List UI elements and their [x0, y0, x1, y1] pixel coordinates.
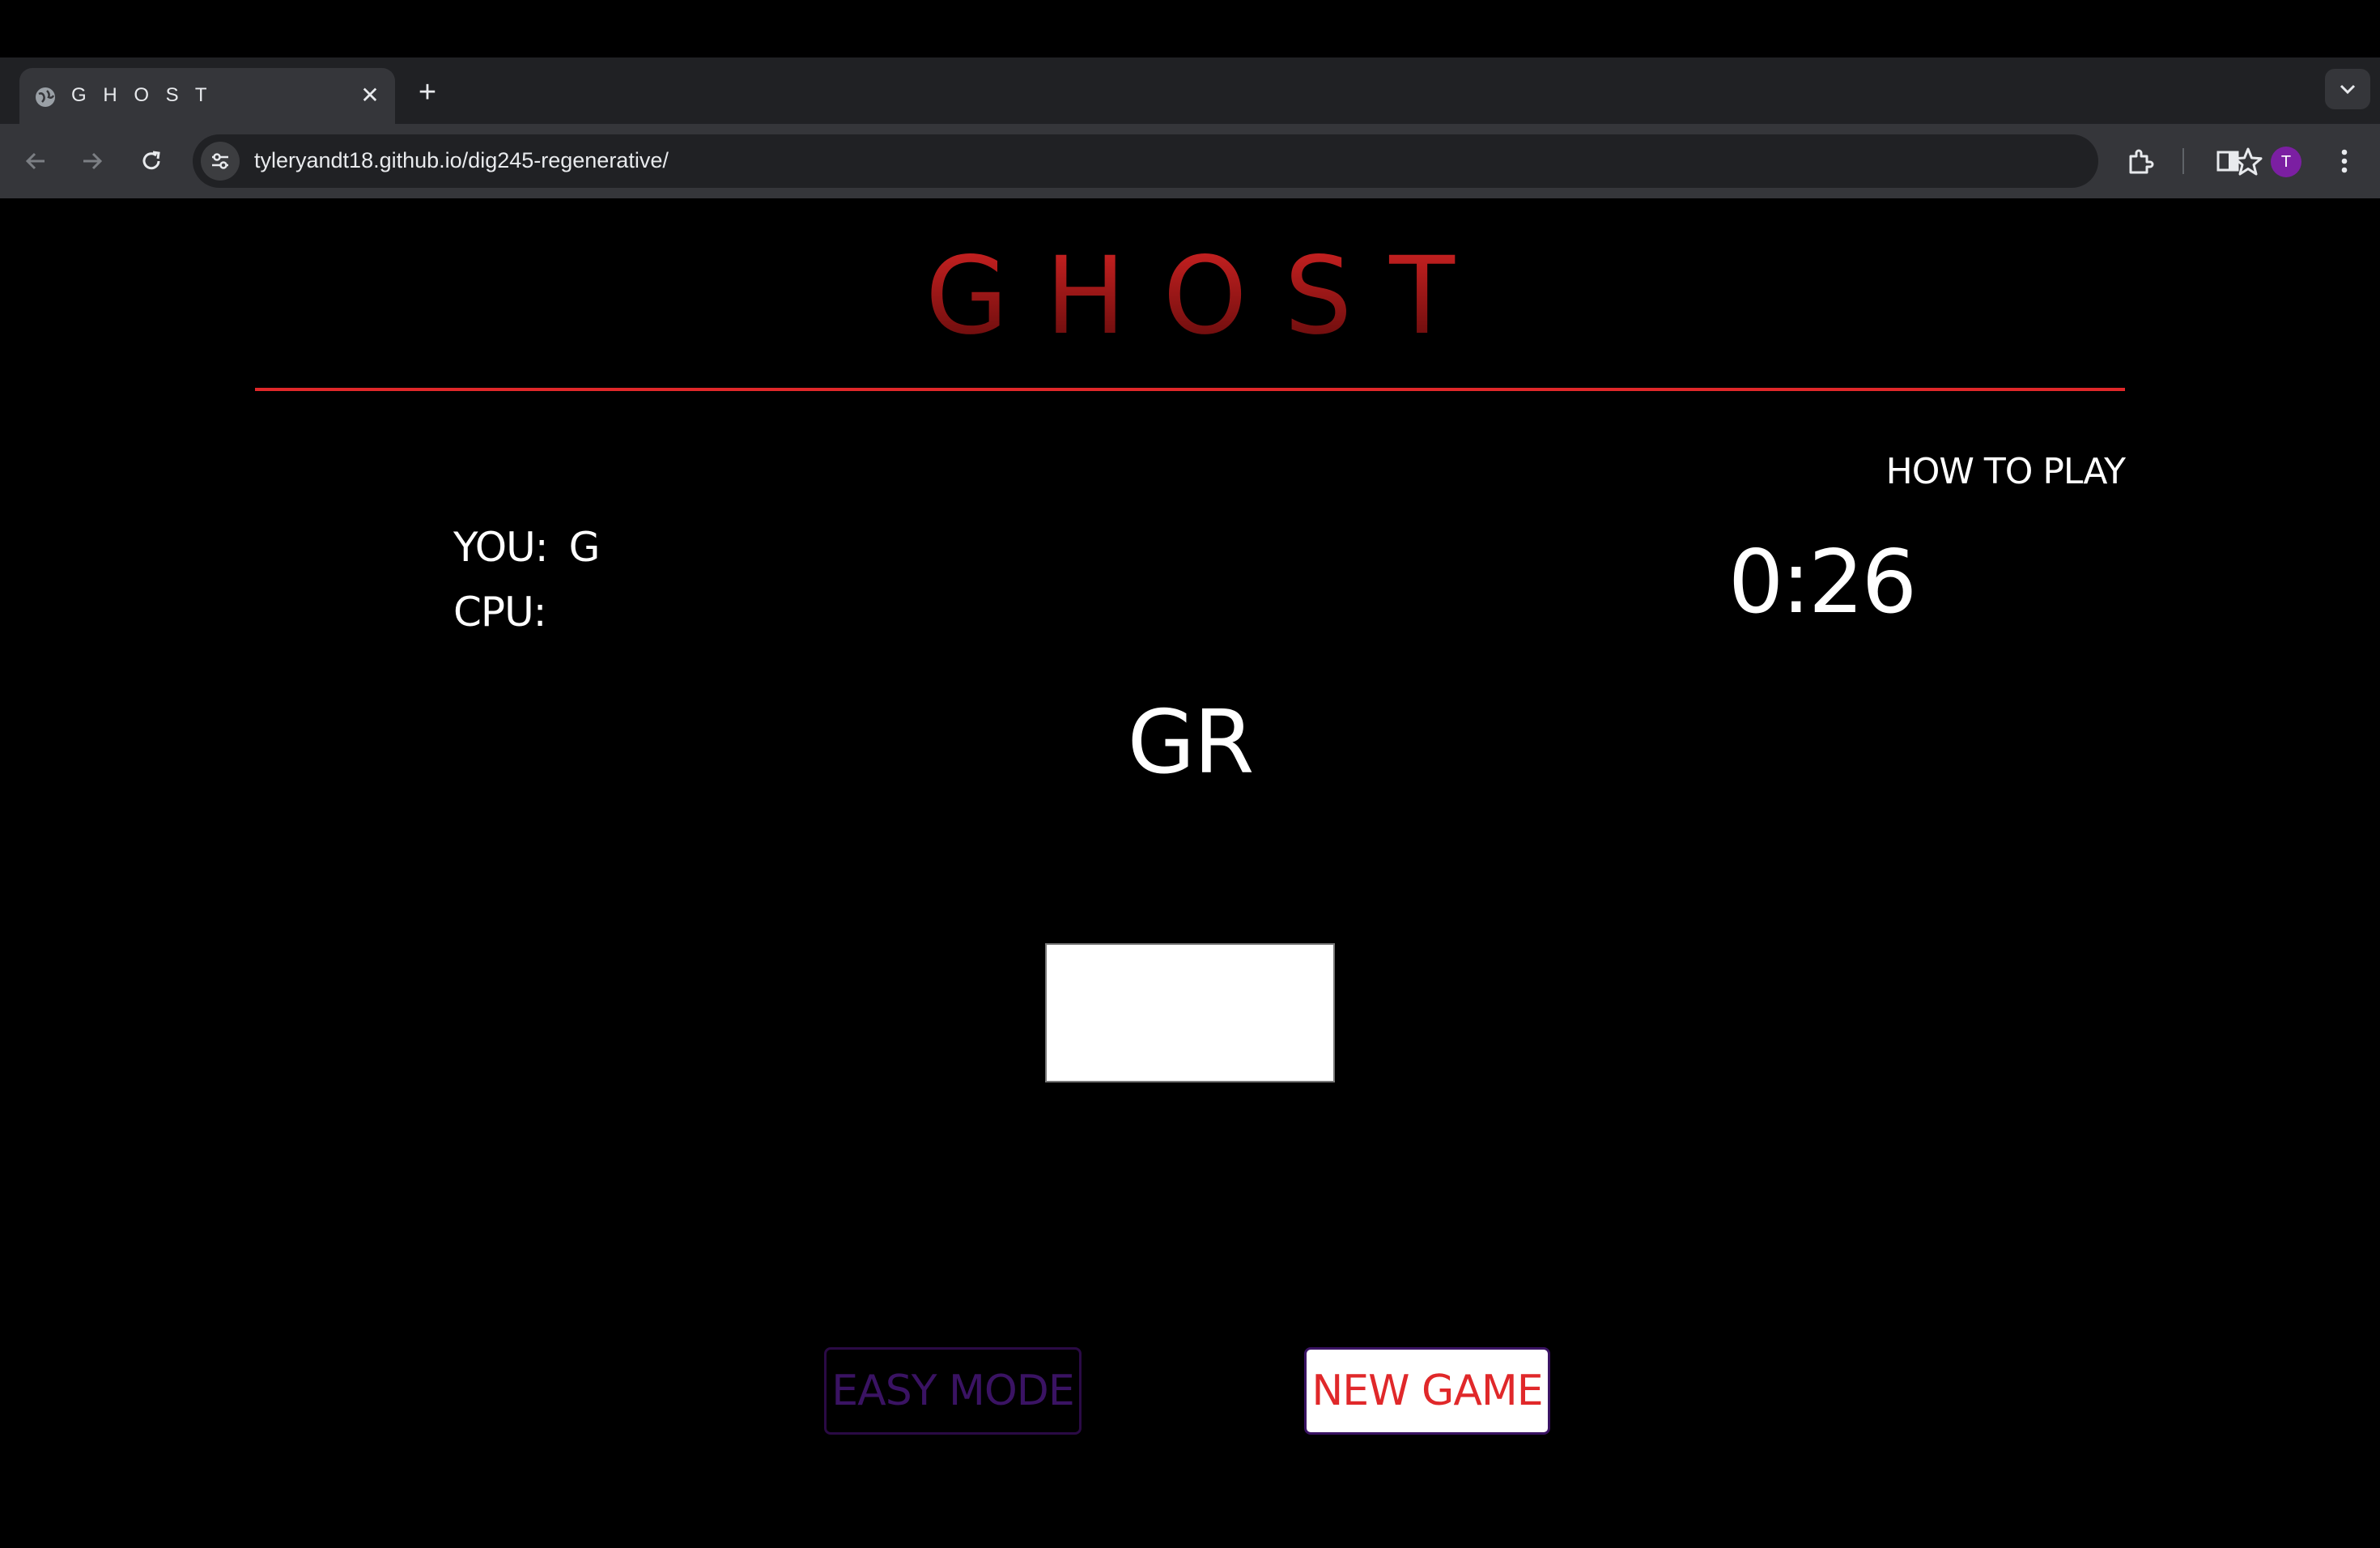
browser-toolbar: tyleryandt18.github.io/dig245-regenerati… [0, 124, 2380, 198]
url-host: tyleryandt18.github.io [254, 148, 462, 172]
more-vert-icon [2341, 149, 2348, 173]
extensions-button[interactable] [2121, 142, 2160, 181]
menu-button[interactable] [2325, 142, 2364, 181]
tab-search-button[interactable] [2325, 69, 2370, 109]
back-button[interactable] [16, 142, 55, 181]
side-panel-button[interactable] [2208, 142, 2247, 181]
title-divider [255, 388, 2125, 391]
tab-strip: G H O S T ✕ + [0, 57, 2380, 124]
globe-icon [34, 86, 57, 108]
close-tab-icon[interactable]: ✕ [356, 82, 384, 109]
player-label: YOU: [453, 524, 549, 571]
new-tab-button[interactable]: + [411, 77, 444, 109]
player-letters: G [568, 524, 601, 571]
how-to-play-link[interactable]: HOW TO PLAY [1862, 451, 2126, 492]
window-top-bar [0, 0, 2380, 57]
new-game-button[interactable]: NEW GAME [1304, 1347, 1550, 1435]
easy-mode-button[interactable]: EASY MODE [824, 1347, 1082, 1435]
arrow-right-icon [83, 152, 103, 170]
page-content: GHOST HOW TO PLAY YOU: G CPU: 0:26 GR EAS… [0, 198, 2380, 1548]
site-info-button[interactable] [201, 142, 240, 181]
letter-input[interactable] [1045, 943, 1335, 1082]
url-text: tyleryandt18.github.io/dig245-regenerati… [254, 148, 669, 173]
player-score: YOU: G [453, 524, 601, 571]
tab-title: G H O S T [71, 84, 213, 106]
side-panel-icon [2216, 151, 2239, 172]
puzzle-icon [2129, 149, 2154, 174]
reload-button[interactable] [132, 142, 171, 181]
address-bar[interactable]: tyleryandt18.github.io/dig245-regenerati… [193, 134, 2263, 188]
browser-tab[interactable]: G H O S T ✕ [19, 68, 395, 124]
forward-button[interactable] [73, 142, 112, 181]
url-path: /dig245-regenerative/ [461, 148, 669, 172]
countdown-timer: 0:26 [1728, 532, 1918, 633]
current-word: GR [1127, 692, 1255, 793]
cpu-score: CPU: [453, 589, 567, 636]
reload-icon [142, 151, 160, 170]
tune-icon [212, 153, 228, 169]
profile-avatar[interactable]: T [2271, 147, 2301, 177]
arrow-left-icon [25, 152, 45, 170]
cpu-label: CPU: [453, 589, 547, 636]
page-title: GHOST [0, 236, 2380, 357]
toolbar-divider [2182, 148, 2184, 174]
chevron-down-icon [2340, 84, 2356, 95]
